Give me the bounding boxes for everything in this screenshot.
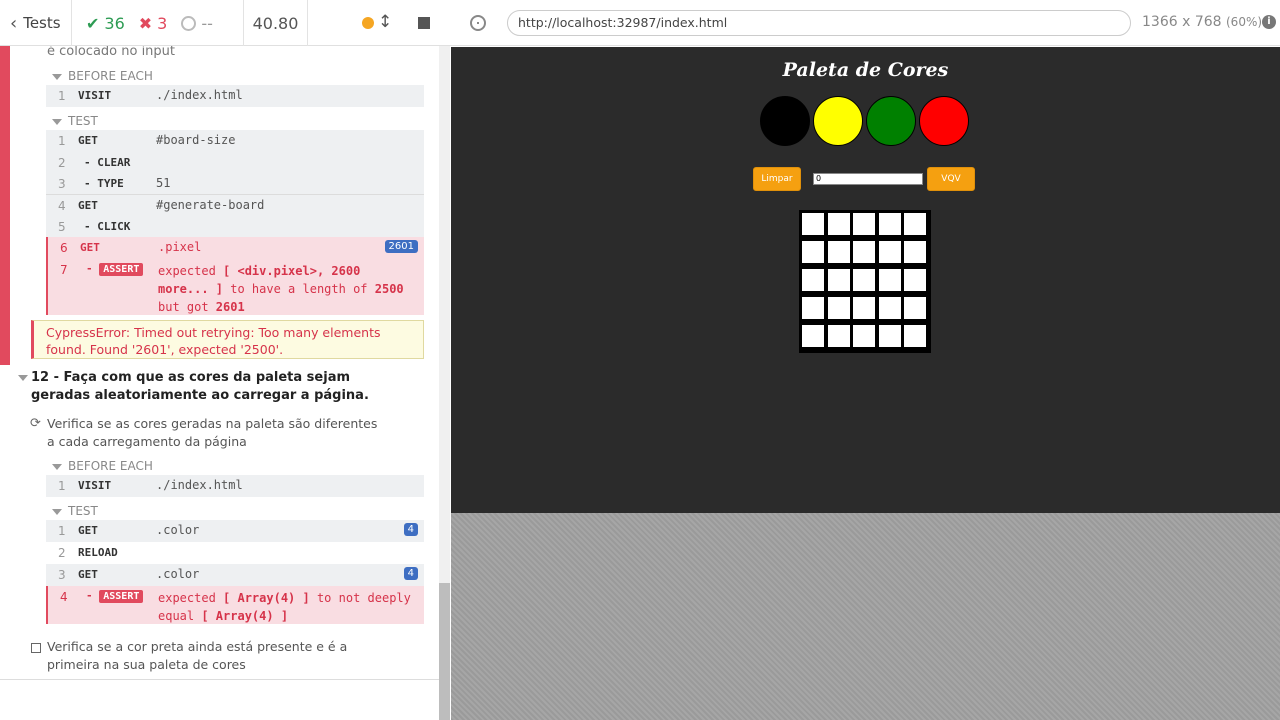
command-assert-failed[interactable]: 7 - ASSERT expected [ <div.pixel>, 2600 … [46,259,424,315]
before-each-hook[interactable]: BEFORE EACH [52,459,153,473]
command-get[interactable]: 1 GET .color 4 [46,520,424,542]
tests-nav-button[interactable]: ‹ Tests [0,0,72,46]
command-get-failed[interactable]: 6 GET .pixel 2601 [46,237,424,259]
pixel[interactable] [801,324,825,348]
pixel[interactable] [801,268,825,292]
assert-tag: ASSERT [99,263,144,276]
pixel[interactable] [903,268,927,292]
pixel[interactable] [826,268,851,292]
pixel[interactable] [903,212,927,236]
pixel[interactable] [877,324,902,348]
command-assert-failed[interactable]: 4 - ASSERT expected [ Array(4) ] to not … [46,586,424,624]
pixel[interactable] [826,240,851,264]
command-visit[interactable]: 1 VISIT ./index.html [46,475,424,497]
pixel[interactable] [877,296,902,320]
element-count-badge: 4 [403,523,418,536]
pending-ring-icon [181,15,197,31]
passed-count: ✔ 36 [86,13,125,33]
before-each-hook[interactable]: BEFORE EACH [52,69,153,83]
assert-tag: ASSERT [99,590,144,603]
command-clear[interactable]: 2- CLEAR [46,152,424,174]
pending-checkbox-icon [31,643,41,653]
generate-board-button[interactable]: VQV [927,167,975,191]
viewport-info: 1366 x 768 (60%) [1142,14,1263,30]
url-bar[interactable]: http://localhost:32987/index.html [507,10,1131,36]
pixel[interactable] [903,296,927,320]
stop-button[interactable] [418,17,430,29]
failed-test-indicator [0,46,10,365]
command-reload[interactable]: 2 RELOAD [46,542,424,564]
subtest-title[interactable]: Verifica se as cores geradas na paleta s… [47,415,387,451]
command-log: é colocado no input BEFORE EACH 1 VISIT … [0,46,439,680]
color-swatch[interactable] [760,96,810,146]
board-size-input[interactable]: 0 [813,173,923,185]
auto-scroll-toggle-icon[interactable]: ↕ [378,12,392,32]
command-get[interactable]: 1 GET #board-size [46,130,424,152]
pixel[interactable] [877,240,902,264]
pixel[interactable] [801,296,825,320]
refresh-icon: ⟳ [30,416,41,431]
pixel-board [799,210,931,353]
chevron-left-icon: ‹ [10,12,18,34]
pixel[interactable] [852,296,876,320]
command-click[interactable]: 5- CLICK [46,216,424,238]
scrollbar-thumb[interactable] [439,583,450,720]
aut-header: http://localhost:32987/index.html 1366 x… [450,0,1280,46]
app-title: Paleta de Cores [782,59,949,81]
pixel[interactable] [852,240,876,264]
test-hook[interactable]: TEST [52,114,98,128]
check-icon: ✔ [86,13,100,33]
pixel[interactable] [852,268,876,292]
reporter-header: ‹ Tests ✔ 36 ✖ 3 -- 40.80 ↕ [0,0,450,46]
command-visit[interactable]: 1 VISIT ./index.html [46,85,424,107]
color-swatch[interactable] [866,96,916,146]
duration: 40.80 [244,0,308,46]
test-title[interactable]: 12 - Faça com que as cores da paleta sej… [31,369,391,405]
pending-count: -- [181,14,213,33]
collapse-test-icon[interactable] [18,375,28,381]
test-hook[interactable]: TEST [52,504,98,518]
app-under-test: Paleta de Cores Limpar 0 VQV [451,47,1280,513]
reporter-scrollbar[interactable] [439,46,450,720]
subtest-title[interactable]: Verifica se a cor preta ainda está prese… [47,638,387,674]
element-count-badge: 4 [403,567,418,580]
info-icon[interactable]: i [1262,15,1276,29]
run-controls: ↕ [308,0,450,46]
assert-message: expected [ <div.pixel>, 2600 more... ] t… [158,264,404,314]
pixel[interactable] [852,324,876,348]
pixel[interactable] [903,324,927,348]
pixel[interactable] [903,240,927,264]
pixel[interactable] [826,212,851,236]
color-swatch[interactable] [813,96,863,146]
error-message[interactable]: CypressError: Timed out retrying: Too ma… [31,320,424,359]
color-swatch[interactable] [919,96,969,146]
pixel[interactable] [877,268,902,292]
assert-message: expected [ Array(4) ] to not deeply equa… [158,591,411,623]
reporter-panel: ‹ Tests ✔ 36 ✖ 3 -- 40.80 ↕ é colocado no … [0,0,450,720]
pixel[interactable] [852,212,876,236]
pixel[interactable] [801,212,825,236]
failed-count: ✖ 3 [138,13,168,33]
selector-playground-icon[interactable] [470,15,486,31]
command-type[interactable]: 3- TYPE 51 [46,173,424,195]
command-get[interactable]: 4 GET #generate-board [46,194,424,216]
running-indicator-icon [362,17,374,29]
pixel[interactable] [826,296,851,320]
element-count-badge: 2601 [384,240,418,253]
pixel[interactable] [826,324,851,348]
command-get[interactable]: 3 GET .color 4 [46,564,424,586]
tests-label: Tests [23,14,61,32]
aut-empty-area [451,513,1280,720]
clear-board-button[interactable]: Limpar [753,167,801,191]
pixel[interactable] [877,212,902,236]
pixel[interactable] [801,240,825,264]
cross-icon: ✖ [138,13,153,33]
stats-summary: ✔ 36 ✖ 3 -- [72,0,244,46]
prev-test-title-tail: é colocado no input [47,46,176,59]
